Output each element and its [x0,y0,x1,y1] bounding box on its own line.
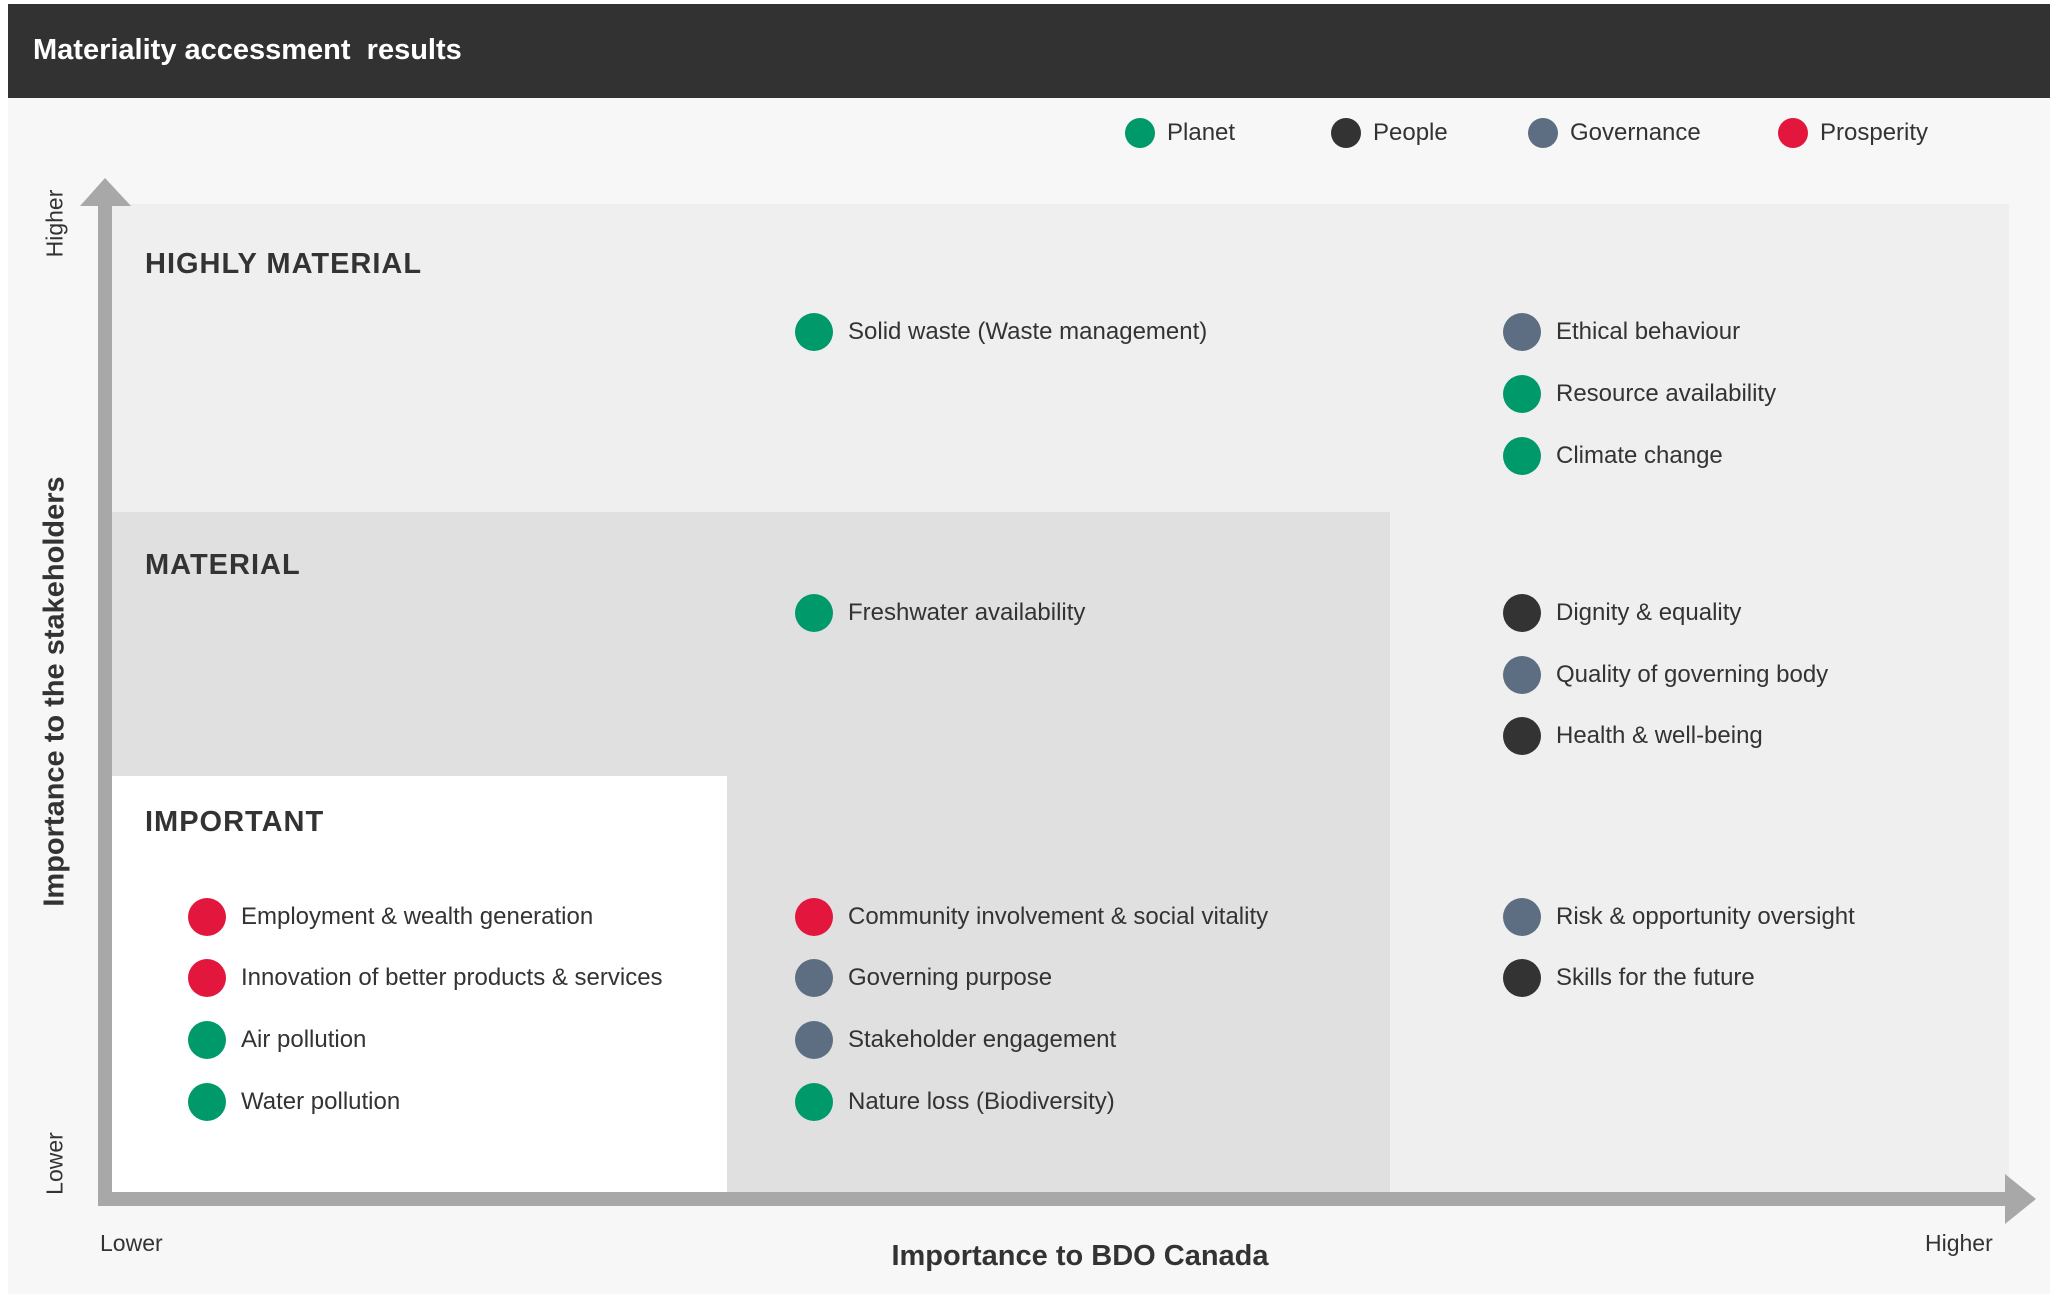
topic-point: Ethical behaviour [1503,313,1740,351]
topic-dot [188,959,226,997]
topic-point: Risk & opportunity oversight [1503,898,1855,936]
y-axis-arrow [80,178,131,206]
topic-dot [1503,717,1541,755]
topic-label: Air pollution [241,1026,367,1053]
topic-dot [1503,437,1541,475]
topic-point: Nature loss (Biodiversity) [795,1083,1115,1121]
topic-point: Water pollution [188,1083,400,1121]
topic-point: Climate change [1503,437,1723,475]
topic-point: Solid waste (Waste management) [795,313,1207,351]
topic-point: Air pollution [188,1021,366,1059]
topic-dot [1503,594,1541,632]
topic-label: Stakeholder engagement [848,1026,1117,1053]
topic-point: Innovation of better products & services [188,959,663,997]
topic-dot [795,959,833,997]
y-axis-title: Importance to the stakeholders [38,476,71,907]
y-tick-label-lower: Lower [41,1132,68,1195]
topic-point: Health & well-being [1503,717,1763,755]
topic-dot [188,898,226,936]
topic-label: Employment & wealth generation [241,903,594,930]
topic-dot [1503,959,1541,997]
x-axis-line [98,1192,2008,1206]
topic-dot [188,1083,226,1121]
x-tick-label-lower: Lower [100,1230,163,1256]
topic-point: Stakeholder engagement [795,1021,1116,1059]
x-tick-label-higher: Higher [1925,1230,1993,1256]
topic-point: Employment & wealth generation [188,898,593,936]
topic-point: Freshwater availability [795,594,1085,632]
topic-dot [1503,898,1541,936]
topic-point: Governing purpose [795,959,1052,997]
topic-label: Skills for the future [1556,964,1755,991]
x-axis-title: Importance to BDO Canada [891,1240,1269,1272]
topic-dot [1503,375,1541,413]
y-tick-label-higher: Higher [41,189,68,258]
topic-label: Ethical behaviour [1556,318,1741,345]
topic-label: Community involvement & social vitality [848,903,1269,930]
topic-dot [188,1021,226,1059]
topic-point: Dignity & equality [1503,594,1741,632]
topic-label: Nature loss (Biodiversity) [848,1088,1115,1115]
topic-point: Resource availability [1503,375,1776,413]
topic-label: Climate change [1556,442,1723,469]
topic-dot [795,594,833,632]
topic-dot [1503,313,1541,351]
topic-point: Quality of governing body [1503,656,1828,694]
topic-point: Community involvement & social vitality [795,898,1268,936]
topic-label: Health & well-being [1556,722,1763,749]
topic-label: Water pollution [241,1088,401,1115]
topic-point: Skills for the future [1503,959,1755,997]
x-axis-arrow [2005,1174,2036,1224]
topic-dot [795,898,833,936]
topic-label: Governing purpose [848,964,1053,991]
topic-dot [1503,656,1541,694]
topic-label: Risk & opportunity oversight [1556,903,1855,930]
topic-dot [795,1083,833,1121]
topic-label: Freshwater availability [848,599,1086,626]
topic-label: Resource availability [1556,380,1777,407]
topic-label: Quality of governing body [1556,661,1829,688]
topic-dot [795,313,833,351]
topic-label: Dignity & equality [1556,599,1742,626]
topic-label: Solid waste (Waste management) [848,318,1208,345]
topic-label: Innovation of better products & services [241,964,663,991]
y-axis-line [98,200,112,1206]
topic-dot [795,1021,833,1059]
